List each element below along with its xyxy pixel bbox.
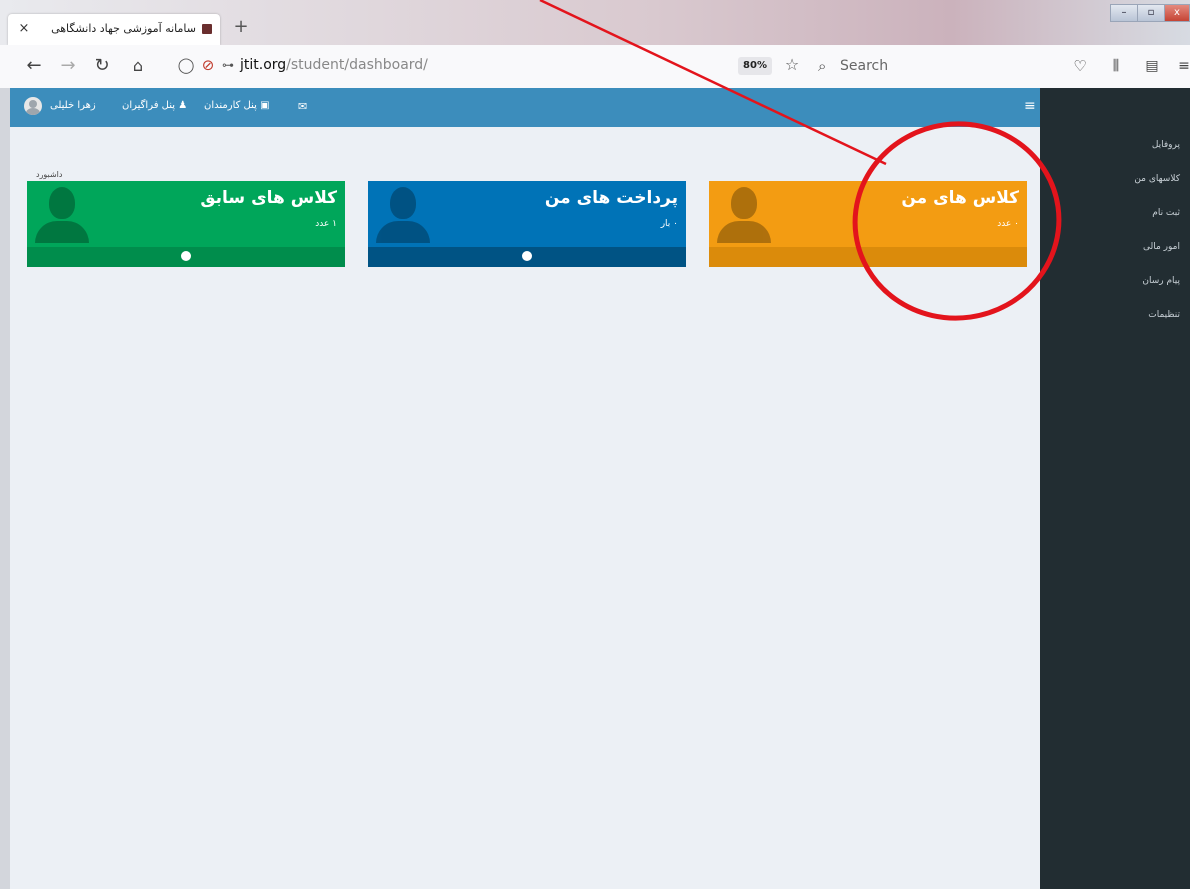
annotation-circle [852,121,1062,321]
annotation-arrow-line [539,0,887,166]
annotation-overlay [539,0,1062,321]
